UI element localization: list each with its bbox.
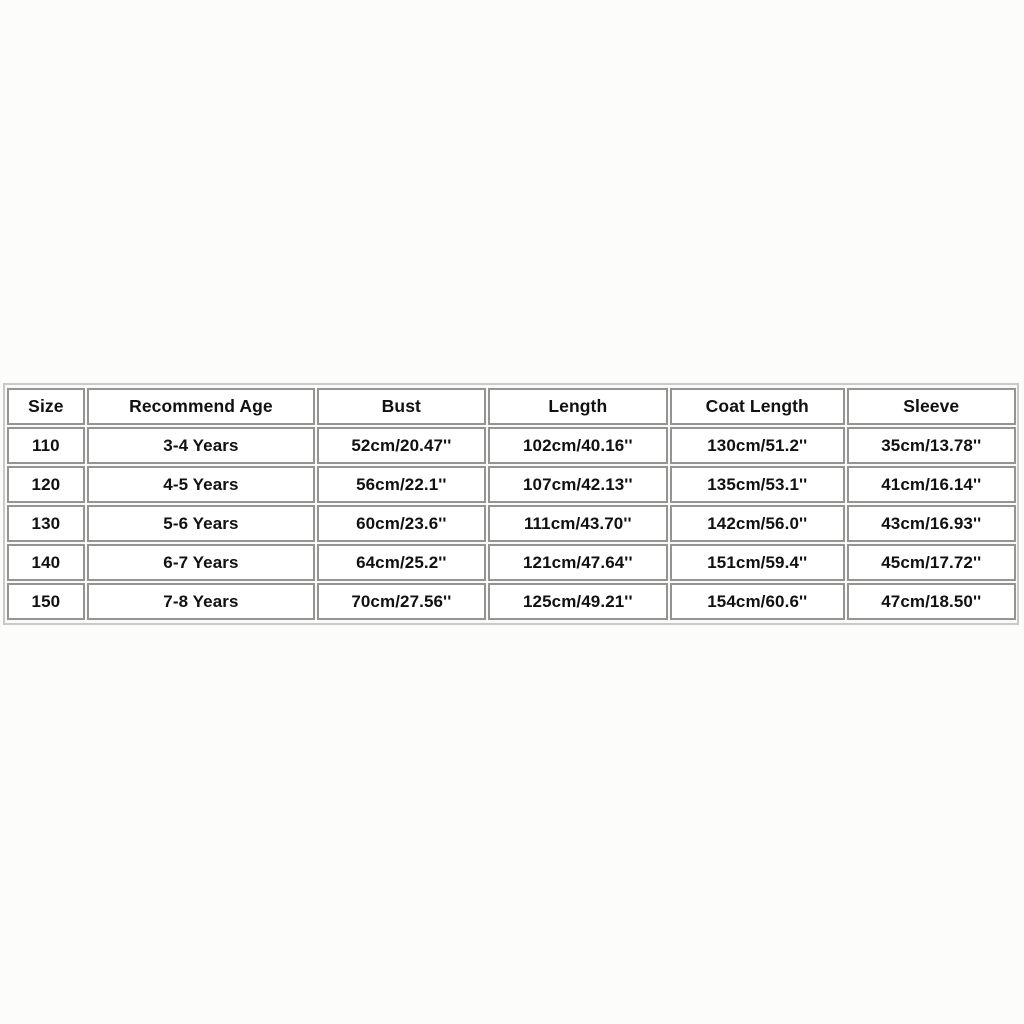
table-header-label: Size xyxy=(28,396,64,416)
table-cell-value: 142cm/56.0'' xyxy=(707,513,808,533)
table-cell: 111cm/43.70'' xyxy=(487,505,669,542)
table-cell-value: 150 xyxy=(31,591,61,611)
table-row: 140 6-7 Years 64cm/25.2'' 121cm/47.64'' 151c… xyxy=(7,543,1016,582)
table-cell: 151cm/59.4'' xyxy=(670,544,845,581)
table-cell-value: 52cm/20.47'' xyxy=(351,435,452,455)
table-cell: 150 xyxy=(7,583,85,620)
table-cell: 6-7 Years xyxy=(86,544,316,581)
table-cell: 41cm/16.14'' xyxy=(846,466,1016,503)
size-chart-table: Size Recommend Age Bust Length Coat Length Sl… xyxy=(3,383,1019,625)
table-header-row: Size Recommend Age Bust Length Coat Length Sl… xyxy=(7,387,1016,426)
table-cell-value: 4-5 Years xyxy=(163,474,239,494)
table-cell-value: 120 xyxy=(31,474,61,494)
table-cell: 140 xyxy=(7,544,85,581)
table-row: 110 3-4 Years 52cm/20.47'' 102cm/40.16'' 130… xyxy=(7,426,1016,465)
table-cell-value: 41cm/16.14'' xyxy=(881,474,982,494)
table-cell-value: 130 xyxy=(31,513,61,533)
table-cell-value: 111cm/43.70'' xyxy=(523,513,632,533)
table-cell: 4-5 Years xyxy=(86,466,316,503)
table-cell-value: 56cm/22.1'' xyxy=(356,474,447,494)
table-cell: 130 xyxy=(7,505,85,542)
table-header-label: Recommend Age xyxy=(129,396,273,416)
table-cell-value: 5-6 Years xyxy=(163,513,239,533)
table-cell-value: 43cm/16.93'' xyxy=(881,513,982,533)
table-cell-value: 130cm/51.2'' xyxy=(707,435,808,455)
table-cell: 45cm/17.72'' xyxy=(846,544,1016,581)
table-header-label: Coat Length xyxy=(705,396,809,416)
table-header-cell: Size xyxy=(7,388,85,425)
table-cell: 110 xyxy=(7,427,85,464)
table-cell: 121cm/47.64'' xyxy=(487,544,669,581)
table-cell: 70cm/27.56'' xyxy=(317,583,486,620)
table-cell: 60cm/23.6'' xyxy=(317,505,486,542)
table-cell-value: 35cm/13.78'' xyxy=(881,435,982,455)
table-header-label: Sleeve xyxy=(903,396,960,416)
table-cell-value: 3-4 Years xyxy=(163,435,239,455)
table-cell: 5-6 Years xyxy=(86,505,316,542)
table-cell-value: 47cm/18.50'' xyxy=(881,591,982,611)
table-cell: 130cm/51.2'' xyxy=(670,427,845,464)
table-cell: 125cm/49.21'' xyxy=(487,583,669,620)
table-cell-value: 6-7 Years xyxy=(163,552,239,572)
table-cell: 7-8 Years xyxy=(86,583,316,620)
table-cell-value: 107cm/42.13'' xyxy=(523,474,633,494)
table-cell-value: 121cm/47.64'' xyxy=(523,552,633,572)
table-cell: 107cm/42.13'' xyxy=(487,466,669,503)
table-cell-value: 110 xyxy=(32,435,60,455)
table-cell-value: 64cm/25.2'' xyxy=(356,552,447,572)
table-cell-value: 60cm/23.6'' xyxy=(356,513,447,533)
table-cell-value: 154cm/60.6'' xyxy=(707,591,808,611)
table-cell: 52cm/20.47'' xyxy=(317,427,486,464)
table-cell: 102cm/40.16'' xyxy=(487,427,669,464)
table-cell: 56cm/22.1'' xyxy=(317,466,486,503)
table-cell: 120 xyxy=(7,466,85,503)
table-cell: 35cm/13.78'' xyxy=(846,427,1016,464)
table-header-cell: Bust xyxy=(317,388,486,425)
table-cell: 47cm/18.50'' xyxy=(846,583,1016,620)
table-cell: 135cm/53.1'' xyxy=(670,466,845,503)
table-header-label: Bust xyxy=(381,396,421,416)
table-cell: 3-4 Years xyxy=(86,427,316,464)
table-header-cell: Length xyxy=(487,388,669,425)
table-cell: 64cm/25.2'' xyxy=(317,544,486,581)
table-row: 130 5-6 Years 60cm/23.6'' 111cm/43.70'' 142c… xyxy=(7,504,1016,543)
table-cell: 154cm/60.6'' xyxy=(670,583,845,620)
table-cell-value: 140 xyxy=(31,552,61,572)
table-cell: 43cm/16.93'' xyxy=(846,505,1016,542)
table-header-cell: Sleeve xyxy=(846,388,1016,425)
table-cell-value: 125cm/49.21'' xyxy=(523,591,633,611)
table-header-cell: Recommend Age xyxy=(86,388,316,425)
table-row: 150 7-8 Years 70cm/27.56'' 125cm/49.21'' 154… xyxy=(7,582,1016,621)
table-cell-value: 135cm/53.1'' xyxy=(707,474,808,494)
table-header-cell: Coat Length xyxy=(670,388,845,425)
table-cell-value: 45cm/17.72'' xyxy=(881,552,982,572)
table-header-label: Length xyxy=(548,396,608,416)
table-cell-value: 7-8 Years xyxy=(163,591,239,611)
table-row: 120 4-5 Years 56cm/22.1'' 107cm/42.13'' 135c… xyxy=(7,465,1016,504)
table-cell-value: 70cm/27.56'' xyxy=(351,591,452,611)
table-cell-value: 151cm/59.4'' xyxy=(707,552,808,572)
table-cell-value: 102cm/40.16'' xyxy=(523,435,633,455)
table-cell: 142cm/56.0'' xyxy=(670,505,845,542)
